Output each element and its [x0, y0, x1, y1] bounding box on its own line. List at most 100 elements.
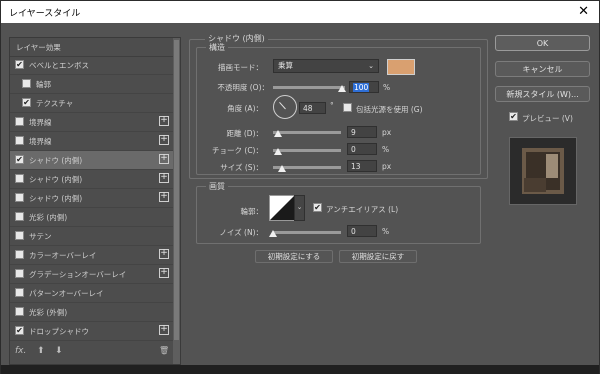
effect-row[interactable]: パターンオーバーレイ	[10, 284, 173, 303]
effect-checkbox[interactable]	[22, 79, 31, 88]
noise-slider-knob[interactable]	[269, 230, 277, 237]
chevron-down-icon: ⌄	[296, 203, 303, 211]
effect-row[interactable]: 境界線 +	[10, 113, 173, 132]
size-input[interactable]: 13	[347, 160, 377, 172]
add-effect-icon[interactable]: +	[159, 135, 169, 145]
layer-style-dialog: レイヤースタイル ✕ レイヤー効果 ✔ ベベルとエンボス 輪郭 ✔ テクスチャ 境界線 + 境…	[0, 0, 600, 374]
opacity-input[interactable]: 100	[349, 81, 379, 93]
effect-checkbox[interactable]	[15, 288, 24, 297]
effect-row[interactable]: 輪郭	[10, 75, 173, 94]
add-effect-icon[interactable]: +	[159, 173, 169, 183]
effect-label: グラデーションオーバーレイ	[29, 270, 127, 279]
noise-unit: %	[382, 227, 390, 236]
distance-slider-knob[interactable]	[274, 130, 282, 137]
add-effect-icon[interactable]: +	[159, 325, 169, 335]
effect-checkbox[interactable]: ✔	[15, 155, 24, 164]
effect-checkbox[interactable]: ✔	[22, 98, 31, 107]
new-style-button[interactable]: 新規スタイル (W)...	[495, 86, 590, 102]
effect-row[interactable]: シャドウ (内側) +	[10, 170, 173, 189]
effect-label: 光彩 (外側)	[29, 308, 68, 317]
opacity-value: 100	[353, 83, 370, 92]
effect-row[interactable]: 光彩 (内側)	[10, 208, 173, 227]
distance-value: 9	[351, 128, 356, 137]
effect-checkbox[interactable]	[15, 212, 24, 221]
effect-checkbox[interactable]	[15, 136, 24, 145]
choke-unit: %	[382, 145, 390, 154]
contour-dropdown[interactable]: ⌄	[294, 195, 305, 221]
add-effect-icon[interactable]: +	[159, 154, 169, 164]
effect-row[interactable]: 境界線 +	[10, 132, 173, 151]
effect-label: ベベルとエンボス	[29, 61, 89, 70]
global-light-label: 包括光源を使用 (G)	[356, 105, 423, 114]
blend-mode-select[interactable]: 乗算 ⌄	[273, 59, 379, 73]
preview-checkbox[interactable]: ✔	[509, 112, 518, 121]
effect-row[interactable]: ✔ ドロップシャドウ +	[10, 322, 173, 341]
ok-button[interactable]: OK	[495, 35, 590, 51]
noise-input[interactable]: 0	[347, 225, 377, 237]
choke-slider-knob[interactable]	[274, 148, 282, 155]
antialias-checkbox[interactable]: ✔	[313, 203, 322, 212]
noise-value: 0	[351, 227, 356, 236]
blend-mode-label: 描画モード：	[218, 63, 263, 72]
effect-checkbox[interactable]	[15, 231, 24, 240]
reset-default-button[interactable]: 初期設定に戻す	[339, 250, 417, 263]
choke-input[interactable]: 0	[347, 143, 377, 155]
effect-label: シャドウ (内側)	[29, 156, 83, 165]
add-effect-icon[interactable]: +	[159, 192, 169, 202]
shadow-color-swatch[interactable]	[387, 59, 415, 75]
close-icon[interactable]: ✕	[578, 4, 589, 19]
effect-label: シャドウ (内側)	[29, 194, 83, 203]
effect-checkbox[interactable]	[15, 117, 24, 126]
effect-label: 境界線	[29, 118, 52, 127]
angle-dial[interactable]	[273, 95, 297, 119]
distance-slider[interactable]	[273, 131, 341, 134]
effects-header: レイヤー効果	[10, 38, 173, 57]
effects-header-label: レイヤー効果	[16, 43, 61, 52]
effect-checkbox[interactable]	[15, 269, 24, 278]
scrollbar-thumb[interactable]	[174, 40, 179, 340]
effect-label: 境界線	[29, 137, 52, 146]
effect-row[interactable]: ✔ シャドウ (内側) +	[10, 151, 173, 170]
angle-input[interactable]: 48	[299, 102, 326, 114]
dialog-title: レイヤースタイル	[9, 9, 81, 19]
degree-unit: °	[330, 101, 334, 110]
effect-checkbox[interactable]: ✔	[15, 326, 24, 335]
size-slider-knob[interactable]	[278, 165, 286, 172]
effect-checkbox[interactable]	[15, 250, 24, 259]
effects-scrollbar[interactable]	[173, 38, 180, 364]
opacity-slider[interactable]	[273, 86, 345, 89]
contour-preview[interactable]	[269, 195, 295, 221]
trash-icon[interactable]: 🗑	[159, 346, 169, 355]
fx-icon[interactable]: fx.	[15, 346, 26, 356]
effect-checkbox[interactable]	[15, 307, 24, 316]
effect-row[interactable]: ✔ テクスチャ	[10, 94, 173, 113]
quality-title: 画質	[206, 181, 228, 192]
effect-label: 光彩 (内側)	[29, 213, 68, 222]
effect-row[interactable]: ✔ ベベルとエンボス	[10, 56, 173, 75]
effect-checkbox[interactable]: ✔	[15, 60, 24, 69]
distance-input[interactable]: 9	[347, 126, 377, 138]
effect-label: シャドウ (内側)	[29, 175, 83, 184]
add-effect-icon[interactable]: +	[159, 116, 169, 126]
cancel-button[interactable]: キャンセル	[495, 61, 590, 77]
effect-row[interactable]: シャドウ (内側) +	[10, 189, 173, 208]
make-default-button[interactable]: 初期設定にする	[255, 250, 333, 263]
noise-slider[interactable]	[273, 231, 341, 234]
size-label: サイズ (S)：	[220, 163, 263, 172]
move-down-icon[interactable]: ⬇	[55, 346, 63, 356]
effect-row[interactable]: サテン	[10, 227, 173, 246]
distance-unit: px	[382, 128, 392, 137]
opacity-label: 不透明度 (O)：	[217, 83, 269, 92]
effect-row[interactable]: グラデーションオーバーレイ +	[10, 265, 173, 284]
effect-checkbox[interactable]	[15, 193, 24, 202]
choke-slider[interactable]	[273, 149, 341, 152]
global-light-checkbox[interactable]	[343, 103, 352, 112]
opacity-slider-knob[interactable]	[338, 85, 346, 92]
move-up-icon[interactable]: ⬆	[37, 346, 45, 356]
effect-row[interactable]: カラーオーバーレイ +	[10, 246, 173, 265]
effect-row[interactable]: 光彩 (外側)	[10, 303, 173, 322]
effect-label: カラーオーバーレイ	[29, 251, 97, 260]
add-effect-icon[interactable]: +	[159, 249, 169, 259]
add-effect-icon[interactable]: +	[159, 268, 169, 278]
effect-checkbox[interactable]	[15, 174, 24, 183]
